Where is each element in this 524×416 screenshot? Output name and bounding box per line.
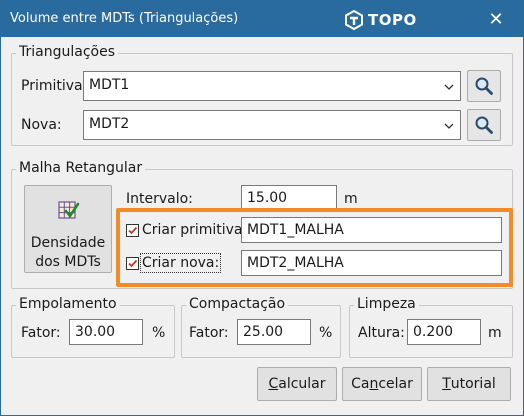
primitiva-label: Primitiva: (21, 78, 88, 94)
topo-logo-icon (345, 10, 363, 30)
nova-dropdown[interactable]: MDT2 (83, 110, 461, 140)
dialog-window: Volume entre MDTs (Triangulações) TOPO ✕… (0, 0, 524, 416)
calcular-mnemonic: C (268, 376, 279, 392)
densidade-line1: Densidade (30, 235, 106, 251)
empolamento-fator-input[interactable]: 30.00 (69, 319, 143, 345)
intervalo-unit: m (344, 191, 358, 207)
close-button[interactable]: ✕ (481, 5, 511, 33)
compactacao-unit: % (319, 325, 333, 341)
cancelar-rest: celar (378, 376, 413, 392)
close-icon: ✕ (488, 8, 504, 30)
title-bar[interactable]: Volume entre MDTs (Triangulações) TOPO ✕ (1, 1, 523, 37)
tutorial-button[interactable]: Tutorial (427, 367, 511, 401)
cancelar-button[interactable]: Ca n celar (342, 367, 422, 401)
tutorial-mnemonic: T (442, 376, 451, 392)
highlight-box (116, 208, 513, 287)
chevron-down-icon (444, 84, 454, 90)
compactacao-fator-label: Fator: (189, 325, 229, 341)
densidade-mdts-button[interactable]: Densidade dos MDTs (24, 185, 112, 273)
empolamento-unit: % (152, 325, 166, 341)
primitiva-value: MDT1 (89, 77, 130, 93)
calcular-button[interactable]: Calcular (257, 367, 337, 401)
empolamento-group-label: Empolamento (16, 296, 120, 312)
limpeza-altura-input[interactable]: 0.200 (407, 319, 481, 345)
triangulacoes-group-label: Triangulações (16, 44, 118, 60)
nova-search-button[interactable] (467, 109, 501, 141)
cancelar-pre: Ca (351, 376, 370, 392)
compactacao-group-label: Compactação (186, 296, 289, 312)
primitiva-dropdown[interactable]: MDT1 (83, 71, 461, 101)
limpeza-group-label: Limpeza (354, 296, 419, 312)
empolamento-fator-label: Fator: (21, 325, 61, 341)
densidade-line2: dos MDTs (35, 254, 101, 270)
primitiva-search-button[interactable] (467, 70, 501, 102)
cancelar-mnemonic: n (369, 376, 379, 392)
calcular-rest: alcular (278, 376, 326, 392)
search-icon (475, 77, 493, 95)
compactacao-fator-input[interactable]: 25.00 (237, 319, 311, 345)
intervalo-label: Intervalo: (126, 191, 193, 207)
search-icon (475, 116, 493, 134)
topo-logo: TOPO (344, 9, 417, 31)
nova-label: Nova: (21, 117, 62, 133)
malha-retangular-group-label: Malha Retangular (16, 160, 146, 176)
limpeza-altura-label: Altura: (358, 325, 405, 341)
limpeza-unit: m (488, 325, 502, 341)
logo-text: TOPO (368, 11, 417, 29)
grid-check-icon (58, 201, 80, 219)
nova-value: MDT2 (89, 116, 130, 132)
tutorial-rest: utorial (450, 376, 496, 392)
chevron-down-icon (444, 123, 454, 129)
window-title: Volume entre MDTs (Triangulações) (10, 11, 239, 26)
